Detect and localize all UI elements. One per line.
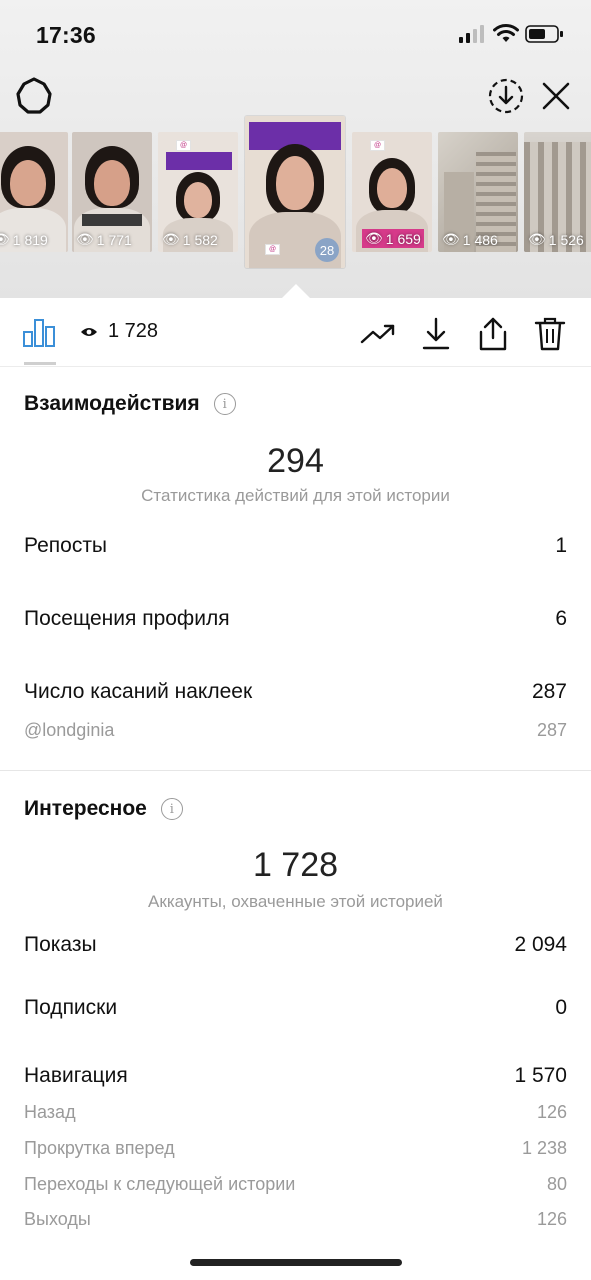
close-button[interactable]	[534, 74, 578, 118]
stat-label: Назад	[24, 1102, 76, 1122]
settings-button[interactable]	[12, 74, 56, 118]
eye-icon: 👁	[76, 231, 94, 247]
story-thumbnail[interactable]: 👁 1 526	[524, 132, 591, 252]
stat-value: 126	[536, 1209, 567, 1229]
status-time: 17:36	[36, 22, 96, 48]
interactions-subtitle: Статистика действий для этой истории	[141, 486, 450, 505]
stat-label: @londginia	[24, 720, 115, 740]
stat-label: Подписки	[24, 996, 118, 1019]
stat-row-follows: Подписки 0	[24, 996, 567, 1020]
interactions-total: 294	[267, 442, 324, 480]
stat-value: 287	[536, 720, 567, 740]
close-icon	[542, 82, 570, 110]
stat-value: 0	[555, 996, 567, 1019]
stat-value: 287	[531, 680, 567, 703]
story-thumbnail-selected[interactable]: @ 28	[245, 116, 345, 268]
view-count: 👁 1 771	[76, 231, 132, 248]
info-icon[interactable]: i	[213, 393, 236, 415]
stat-label: Переходы к следующей истории	[24, 1174, 296, 1194]
download-button[interactable]	[416, 314, 456, 354]
share-button[interactable]	[473, 314, 513, 354]
story-badge: 28	[315, 238, 339, 262]
trash-icon	[534, 317, 566, 351]
delete-button[interactable]	[530, 314, 570, 354]
insights-action-bar: 1 728	[0, 298, 591, 367]
stat-row-next-story: Переходы к следующей истории 80	[24, 1174, 567, 1195]
eye-icon: 👁	[162, 231, 180, 247]
eye-icon: 👁	[442, 231, 460, 247]
stat-value: 1 238	[521, 1138, 567, 1158]
stat-row-profile-visits: Посещения профиля 6	[24, 607, 567, 631]
story-thumbnail-strip: 👁 1 819 👁 1 771 @ 👁 1 582 @ 28 @ 👁 1 659…	[0, 114, 591, 274]
eye-icon	[81, 327, 97, 336]
save-story-button[interactable]	[484, 74, 528, 118]
download-circle-icon	[488, 78, 524, 114]
stat-value: 6	[555, 607, 567, 630]
stat-label: Репосты	[24, 534, 108, 557]
view-count: 👁 1 582	[162, 231, 218, 248]
story-thumbnail[interactable]: 👁 1 771	[72, 132, 152, 252]
reach-count: 1 728	[80, 320, 158, 343]
download-icon	[422, 317, 450, 350]
info-icon[interactable]: i	[160, 798, 183, 820]
story-thumbnail[interactable]: @ 👁 1 582	[158, 132, 238, 252]
stat-row-forward: Прокрутка вперед 1 238	[24, 1138, 567, 1159]
stat-row-navigation: Навигация 1 570	[24, 1064, 567, 1088]
stat-row-back: Назад 126	[24, 1102, 567, 1123]
mention-sticker: @	[265, 244, 281, 255]
active-tab-indicator	[24, 362, 56, 365]
stat-value: 126	[536, 1102, 567, 1122]
stat-row-sticker-mention: @londginia 287	[24, 720, 567, 741]
stat-label: Выходы	[24, 1209, 91, 1229]
selected-story-pointer	[282, 284, 310, 298]
trend-up-icon	[360, 324, 395, 344]
story-thumbnail[interactable]: 👁 1 819	[0, 132, 68, 252]
stat-label: Число касаний наклеек	[24, 680, 253, 703]
stat-label: Показы	[24, 933, 97, 956]
wifi-icon	[493, 24, 519, 42]
reach-value: 1 728	[108, 320, 159, 342]
eye-icon: 👁	[528, 231, 546, 247]
gear-icon	[16, 77, 52, 114]
status-bar: 17:36	[0, 0, 591, 70]
story-preview-area: 17:36 👁 1 819 👁 1 771 @ 👁 1 582 @ 28 @ 👁…	[0, 0, 591, 298]
signal-icon	[459, 25, 484, 43]
view-count: 👁 1 819	[0, 231, 48, 248]
view-count: 👁 1 486	[442, 231, 498, 248]
insights-tab[interactable]	[22, 318, 58, 348]
home-indicator[interactable]	[190, 1259, 402, 1266]
discovery-section-title: Интересное i	[24, 797, 183, 821]
stat-label: Навигация	[24, 1064, 128, 1087]
bar-chart-icon	[23, 319, 55, 347]
stat-row-shares: Репосты 1	[24, 534, 567, 558]
discovery-total: 1 728	[252, 846, 339, 884]
stat-row-exits: Выходы 126	[24, 1209, 567, 1230]
status-icons	[459, 24, 569, 48]
mention-sticker: @	[176, 140, 192, 151]
view-count: 👁 1 526	[528, 231, 584, 248]
story-thumbnail[interactable]: @ 👁 1 659	[352, 132, 432, 252]
story-thumbnail[interactable]: 👁 1 486	[438, 132, 518, 252]
stat-row-sticker-taps: Число касаний наклеек 287	[24, 680, 567, 704]
stat-label: Прокрутка вперед	[24, 1138, 175, 1158]
stat-row-impressions: Показы 2 094	[24, 933, 567, 957]
stat-value: 1 570	[514, 1064, 567, 1087]
stat-value: 80	[546, 1174, 567, 1194]
battery-icon	[525, 25, 563, 43]
story-insights-screen: 17:36 👁 1 819 👁 1 771 @ 👁 1 582 @ 28 @ 👁…	[0, 0, 591, 1280]
eye-icon: 👁	[365, 230, 383, 246]
view-count: 👁 1 659	[362, 229, 424, 248]
discovery-subtitle: Аккаунты, охваченные этой историей	[148, 892, 443, 911]
mention-sticker: @	[370, 140, 386, 151]
promote-button[interactable]	[358, 314, 398, 354]
eye-icon: 👁	[0, 231, 10, 247]
share-icon	[479, 317, 507, 351]
stat-label: Посещения профиля	[24, 607, 230, 630]
stat-value: 1	[555, 534, 567, 557]
section-divider	[0, 770, 591, 771]
stat-value: 2 094	[514, 933, 567, 956]
caption-sticker	[166, 152, 232, 170]
interactions-section-title: Взаимодействия i	[24, 392, 236, 416]
